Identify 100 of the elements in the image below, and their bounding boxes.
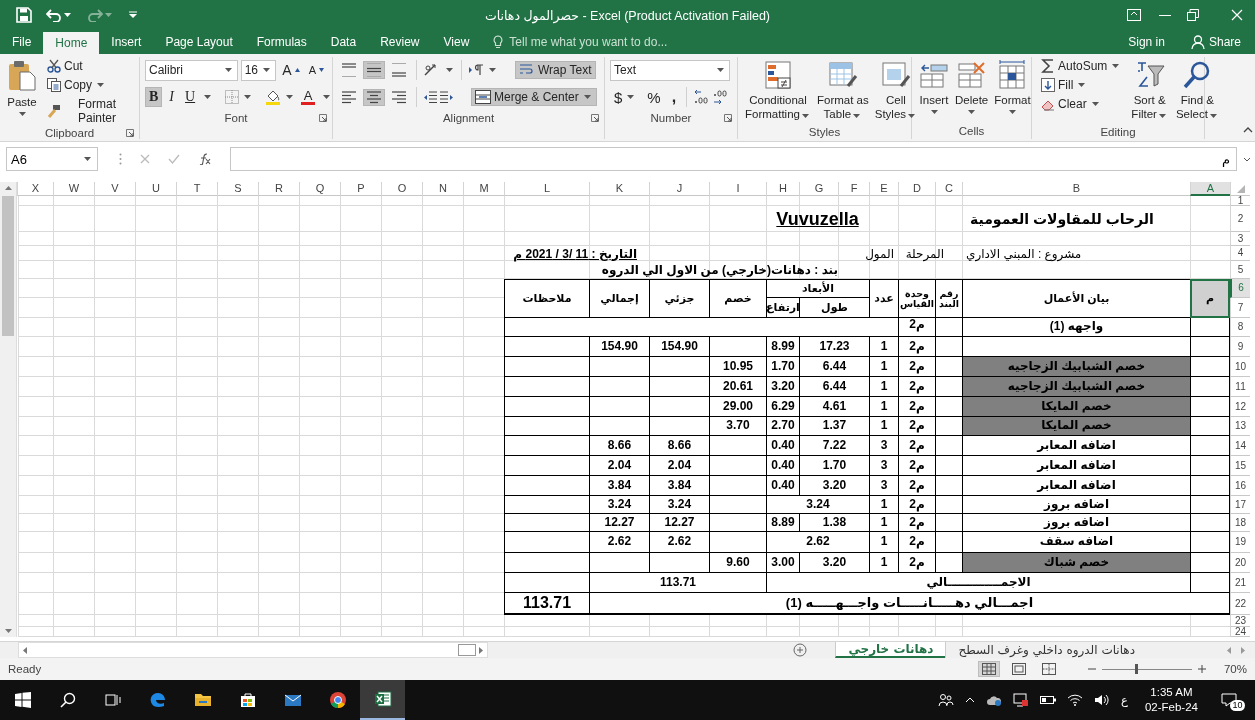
chevron-up-icon[interactable] [965,697,976,703]
dialog-launcher-icon[interactable] [591,114,599,122]
collapse-ribbon-icon[interactable] [1243,127,1253,133]
row-header[interactable]: 5 [1230,261,1250,279]
row-header[interactable]: 12 [1230,397,1250,417]
save-icon[interactable] [16,7,32,23]
add-sheet-icon[interactable] [793,643,808,657]
tell-me-field[interactable]: Tell me what you want to do... [509,35,680,49]
clear-button[interactable]: Clear [1037,95,1126,113]
style-button[interactable]: Conditional Formatting [743,57,813,124]
column-header[interactable]: P [340,182,381,196]
font-size-field[interactable]: 16 [240,59,277,81]
row-header[interactable]: 7 [1230,298,1250,318]
font-color-button[interactable]: A [298,88,319,106]
italic-button[interactable]: I [165,87,178,107]
customize-icon[interactable] [128,11,138,19]
cut-button[interactable]: Cut [43,57,134,75]
column-header[interactable]: F [838,182,869,196]
fill-button[interactable]: Fill [1037,76,1126,94]
ribbon-tab[interactable]: Formulas [244,30,319,54]
row-header[interactable]: 23 [1230,615,1250,627]
font-name-field[interactable]: Calibri [145,59,238,81]
notification-button[interactable]: 10 [1215,689,1251,711]
ribbon-tab[interactable]: Home [43,32,100,54]
row-header[interactable]: 9 [1230,337,1250,357]
column-header[interactable]: N [422,182,463,196]
row-header[interactable]: 10 [1230,357,1250,377]
row-header[interactable]: 13 [1230,417,1250,436]
row-header[interactable]: 2 [1230,206,1250,232]
column-header[interactable]: B [962,182,1190,196]
sort-filter-button[interactable]: Sort & Filter [1129,57,1170,124]
zoom-in-icon[interactable] [1197,665,1206,673]
row-header[interactable]: 24 [1230,627,1250,637]
task-view-icon[interactable] [104,692,121,708]
ribbon-options-icon[interactable] [1127,9,1141,21]
text-direction-icon[interactable] [468,64,484,76]
row-header[interactable]: 1 [1230,196,1250,206]
search-icon[interactable] [59,692,76,708]
name-box[interactable]: A6 [6,147,98,171]
fill-bucket-icon[interactable] [265,89,282,105]
shrink-font-button[interactable]: A [305,63,327,77]
taskbar-app[interactable] [360,680,405,720]
paste-button[interactable]: Paste [5,57,39,127]
column-header[interactable]: R [258,182,299,196]
dialog-launcher-icon[interactable] [724,114,732,122]
dialog-launcher-icon[interactable] [126,129,134,137]
cells-button[interactable]: Delete [953,57,991,123]
restore-icon[interactable] [1187,9,1199,21]
number-format-field[interactable]: Text [610,59,730,81]
column-header[interactable]: G [799,182,838,196]
column-header[interactable]: K [589,182,649,196]
currency-button[interactable]: $ [610,86,641,108]
header-cell[interactable]: م [1190,279,1230,318]
ribbon-tab[interactable]: Page Layout [153,30,245,54]
scroll-left-icon[interactable] [23,646,27,654]
network-alert-icon[interactable] [1013,693,1030,707]
decrease-decimal-icon[interactable] [712,89,729,105]
increase-decimal-icon[interactable] [693,89,710,105]
row-header[interactable]: 3 [1230,232,1250,246]
increase-indent-icon[interactable] [440,90,454,104]
expand-icon[interactable] [1243,156,1251,162]
column-header[interactable]: X [17,182,53,196]
row-header[interactable]: 11 [1230,377,1250,397]
sheet-tab[interactable]: دهانات خارجي [835,642,946,658]
sign-in-link[interactable]: Sign in [1122,34,1171,50]
dialog-launcher-icon[interactable] [319,114,327,122]
windows-start-icon[interactable] [14,692,31,708]
row-header[interactable]: 21 [1230,573,1250,593]
grow-font-button[interactable]: A [279,61,303,79]
column-header[interactable]: V [94,182,135,196]
ribbon-tab[interactable]: Insert [99,30,154,54]
clock[interactable]: 1:35 AM 02-Feb-24 [1138,685,1204,715]
column-header[interactable]: W [53,182,94,196]
find-select-button[interactable]: Find & Select [1173,57,1221,124]
row-header[interactable]: 6 [1230,279,1250,298]
column-header[interactable]: H [766,182,799,196]
scrollbar-thumb[interactable] [2,196,14,336]
vertical-align-button[interactable] [363,61,385,79]
share-button[interactable]: Share [1184,34,1247,50]
ribbon-tab[interactable]: Review [368,30,432,54]
style-button[interactable]: Cell Styles [872,57,920,124]
scroll-up-icon[interactable] [4,186,12,190]
input-language[interactable]: ع [1121,693,1128,707]
row-header[interactable]: 20 [1230,553,1250,573]
slider-thumb[interactable] [1135,664,1139,674]
column-header[interactable]: E [869,182,898,196]
cloud-icon[interactable] [986,694,1003,706]
ribbon-tab[interactable]: View [431,30,482,54]
enter-check-icon[interactable] [168,154,180,164]
copy-button[interactable]: Copy [43,76,134,94]
row-header[interactable]: 22 [1230,593,1250,615]
undo-icon[interactable] [46,8,62,22]
ribbon-tab[interactable]: File [0,30,44,54]
column-header[interactable]: O [381,182,422,196]
column-header[interactable]: C [935,182,962,196]
autosum-button[interactable]: AutoSum [1037,57,1126,75]
column-header[interactable]: I [709,182,766,196]
cells-button[interactable]: Format [992,57,1033,123]
style-button[interactable]: Format as Table [814,57,871,124]
scroll-down-icon[interactable] [4,629,12,633]
